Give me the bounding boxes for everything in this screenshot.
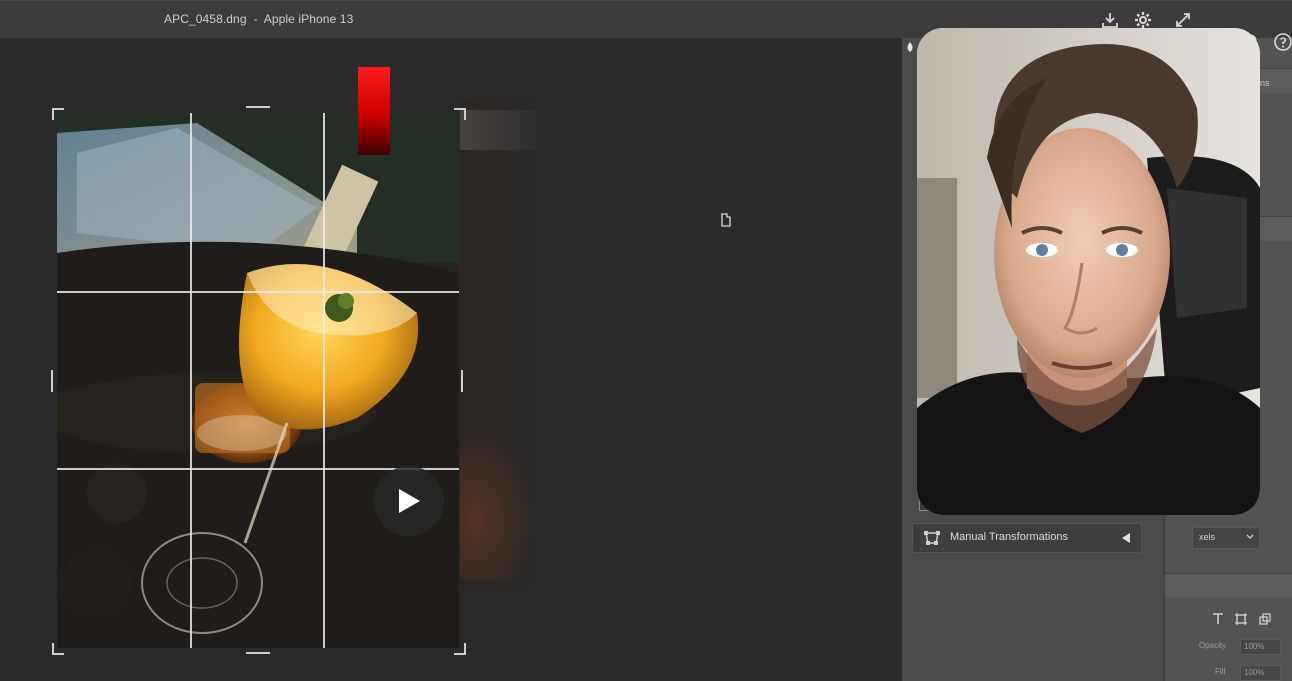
opacity-label: Opacity xyxy=(1199,641,1227,650)
manual-transformations-label: Manual Transformations xyxy=(950,531,1068,543)
crop-handle-top-right[interactable] xyxy=(454,108,466,120)
crop-handle-left[interactable] xyxy=(51,370,53,392)
app-window: APC_0458.dng - Apple iPhone 13 ns Manual… xyxy=(0,0,1292,681)
units-dropdown[interactable]: xels xyxy=(1192,527,1260,549)
crop-grid-line-vertical-1 xyxy=(190,113,192,648)
smart-object-icon[interactable] xyxy=(1257,611,1273,627)
fill-field[interactable]: 100% xyxy=(1240,665,1281,681)
color-swatch-red[interactable] xyxy=(358,67,390,155)
photo-preview[interactable] xyxy=(57,113,459,648)
image-outside-crop xyxy=(460,100,550,590)
webcam-overlay xyxy=(917,28,1260,515)
type-tool-icon[interactable] xyxy=(1210,611,1226,627)
panel-partial-tab[interactable]: ns xyxy=(1260,78,1270,88)
manual-transformations-row[interactable]: Manual Transformations xyxy=(912,523,1142,553)
crop-handle-bottom-right[interactable] xyxy=(454,643,466,655)
transform-icon xyxy=(924,531,940,545)
help-icon[interactable] xyxy=(1271,30,1292,54)
document-title: APC_0458.dng - Apple iPhone 13 xyxy=(164,12,354,26)
units-dropdown-value: xels xyxy=(1199,532,1216,542)
fill-label: Fill xyxy=(1215,667,1226,676)
bleed-highlight xyxy=(460,110,548,150)
chevron-down-icon xyxy=(1246,534,1254,539)
play-button[interactable] xyxy=(374,466,444,536)
panel-strip-3 xyxy=(1165,573,1292,598)
crop-handle-bottom[interactable] xyxy=(246,652,270,654)
crop-handle-top-left[interactable] xyxy=(52,108,64,120)
crop-handle-right[interactable] xyxy=(461,370,463,392)
crop-grid-line-horizontal-1 xyxy=(57,291,459,293)
crop-handle-top[interactable] xyxy=(246,106,270,108)
crop-handle-bottom-left[interactable] xyxy=(52,643,64,655)
opacity-field[interactable]: 100% xyxy=(1240,639,1281,655)
drop-icon xyxy=(904,40,916,52)
bleed-glow xyxy=(460,430,535,580)
collapse-arrow-icon[interactable] xyxy=(1121,532,1131,544)
play-icon xyxy=(399,489,420,513)
crop-grid-line-vertical-2 xyxy=(323,113,325,648)
artboard-tool-icon[interactable] xyxy=(1233,611,1249,627)
hand-cursor-icon xyxy=(720,212,732,233)
